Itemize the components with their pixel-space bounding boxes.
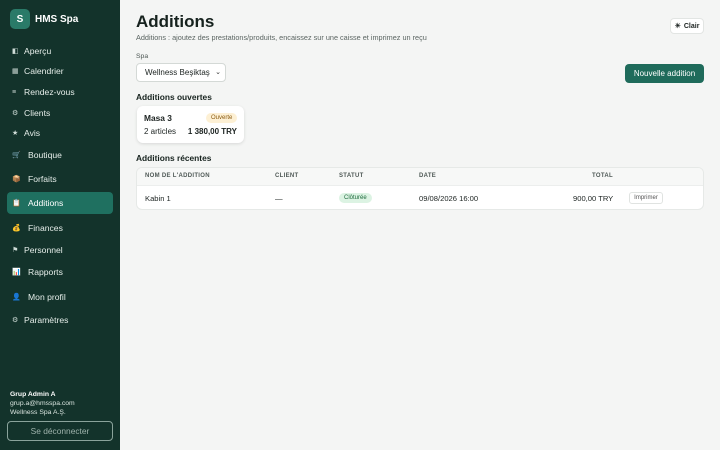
row-client: — [275,194,283,203]
flag-icon: ⚑ [12,247,19,254]
spa-select-value: Wellness Beşiktaş [145,68,210,77]
sidebar-item-label: Rapports [28,267,63,277]
theme-toggle-button[interactable]: ☀ Clair [670,18,704,34]
sidebar-item-rapports[interactable]: 📊 Rapports [7,261,113,283]
open-addition-card[interactable]: Masa 3 Ouverte 2 articles 1 380,00 TRY [137,106,244,143]
user-org: Wellness Spa A.Ş. [10,409,66,416]
sidebar-item-label: Forfaits [28,174,57,184]
status-badge: Ouverte [206,113,238,123]
chevron-down-icon: ⌄ [215,69,221,76]
spa-label: Spa [136,53,149,60]
sidebar-item-label: Calendrier [24,66,64,76]
card-total: 1 380,00 TRY [187,127,237,136]
card-name: Masa 3 [144,113,172,123]
user-icon: 👤 [12,294,21,301]
package-icon: 📦 [12,176,21,183]
card-item-count: 2 articles [144,127,177,136]
row-total: 900,00 TRY [573,194,614,203]
column-header-name: NOM DE L'ADDITION [145,173,210,179]
user-name: Grup Admin A [10,391,56,398]
sidebar-item-label: Additions [28,198,64,208]
recent-additions-title: Additions récentes [136,153,212,163]
logout-button[interactable]: Se déconnecter [7,421,113,441]
sidebar-item-calendrier[interactable]: ▦ Calendrier [7,60,113,82]
spa-select[interactable]: Wellness Beşiktaş ⌄ [136,63,226,82]
sidebar-item-label: Boutique [28,150,62,160]
list-icon: ≡ [12,88,17,96]
sidebar-item-finances[interactable]: 💰 Finances [7,217,113,239]
brand-name: HMS Spa [35,13,79,25]
row-name: Kabin 1 [145,194,171,203]
brand[interactable]: S HMS Spa [10,9,78,29]
sidebar-item-personnel[interactable]: ⚑ Personnel [7,239,113,261]
sidebar-item-forfaits[interactable]: 📦 Forfaits [7,168,113,190]
sidebar: S HMS Spa ◧ Aperçu ▦ Calendrier ≡ Rendez… [0,0,120,450]
sidebar-item-avis[interactable]: ★ Avis [7,122,113,144]
status-badge: Clôturée [339,193,372,203]
overview-icon: ◧ [12,48,19,55]
row-date: 09/08/2026 16:00 [419,194,479,203]
sidebar-item-label: Clients [24,108,51,118]
sidebar-item-rendez-vous[interactable]: ≡ Rendez-vous [7,81,113,103]
cart-icon: 🛒 [12,152,21,159]
user-info: Grup Admin A grup.a@hmsspa.com Wellness … [10,390,75,417]
star-icon: ★ [12,130,19,137]
clients-icon: ⚙ [12,110,19,117]
sidebar-item-parametres[interactable]: ⚙ Paramètres [7,309,113,331]
calendar-icon: ▦ [12,68,19,75]
column-header-status: STATUT [339,173,364,179]
column-header-total: TOTAL [592,173,613,179]
brand-logo: S [10,9,30,29]
sidebar-item-label: Mon profil [28,292,66,302]
table-header: NOM DE L'ADDITION CLIENT STATUT DATE TOT… [137,168,703,186]
print-button[interactable]: Imprimer [629,192,663,204]
gear-icon: ⚙ [12,317,19,324]
sidebar-item-additions[interactable]: 📋 Additions [7,192,113,214]
page-title: Additions [136,12,215,31]
money-bag-icon: 💰 [12,225,21,232]
new-addition-button[interactable]: Nouvelle addition [625,64,704,83]
sidebar-item-label: Finances [28,223,63,233]
sidebar-item-label: Aperçu [24,46,52,56]
sun-icon: ☀ [674,23,681,30]
recent-additions-table: NOM DE L'ADDITION CLIENT STATUT DATE TOT… [136,167,704,210]
clipboard-icon: 📋 [12,200,21,207]
sidebar-item-mon-profil[interactable]: 👤 Mon profil [7,286,113,308]
sidebar-item-label: Personnel [24,245,63,255]
sidebar-item-label: Rendez-vous [24,87,75,97]
sidebar-item-apercu[interactable]: ◧ Aperçu [7,40,113,62]
sidebar-item-label: Avis [24,128,41,138]
column-header-date: DATE [419,173,437,179]
sidebar-item-label: Paramètres [24,315,69,325]
open-additions-title: Additions ouvertes [136,92,212,102]
theme-toggle-label: Clair [683,22,700,30]
sidebar-item-boutique[interactable]: 🛒 Boutique [7,144,113,166]
page-subtitle: Additions : ajoutez des prestations/prod… [136,33,427,42]
bar-chart-icon: 📊 [12,269,21,276]
column-header-client: CLIENT [275,173,299,179]
user-email: grup.a@hmsspa.com [10,400,75,407]
sidebar-item-clients[interactable]: ⚙ Clients [7,102,113,124]
